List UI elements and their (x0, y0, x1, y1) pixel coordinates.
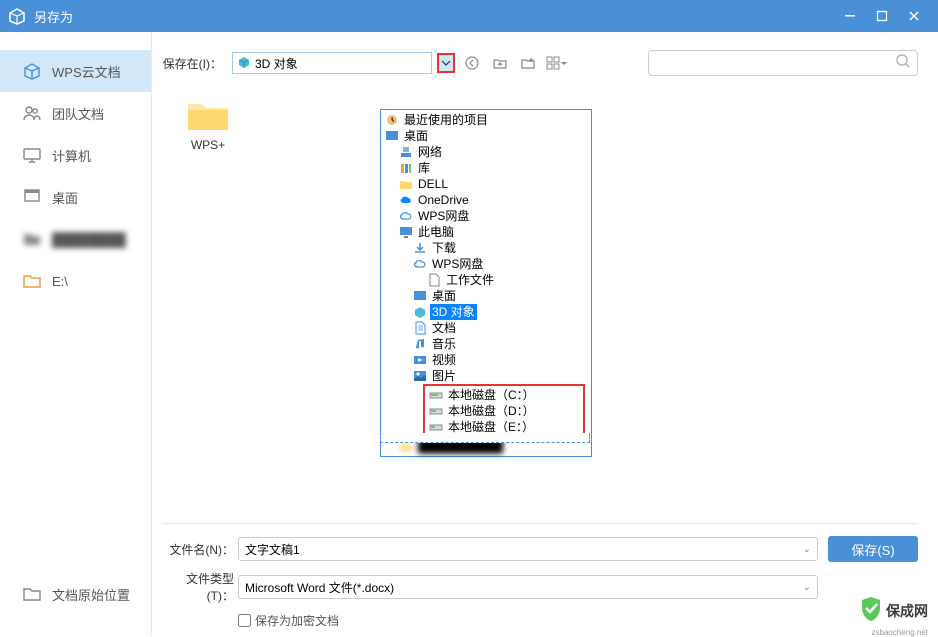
search-input[interactable] (655, 56, 895, 70)
encrypt-label: 保存为加密文档 (255, 612, 339, 629)
network-icon (399, 145, 413, 159)
back-button[interactable] (461, 52, 483, 74)
sidebar-item-drive-e[interactable]: E:\ (0, 260, 151, 302)
save-in-label: 保存在(I)： (162, 55, 222, 72)
filename-label: 文件名(N)： (162, 541, 234, 558)
music-icon (413, 337, 427, 351)
tree-item-3d-objects[interactable]: 3D 对象 (381, 304, 591, 320)
folder-icon (22, 584, 42, 604)
sidebar-item-label: 团队文档 (52, 104, 104, 123)
filetype-value: Microsoft Word 文件(*.docx) (245, 579, 394, 596)
tree-item-recent[interactable]: 最近使用的项目 (381, 112, 591, 128)
doc-icon (427, 273, 441, 287)
folder-item[interactable]: WPS+ (178, 96, 238, 152)
cloud-icon (399, 209, 413, 223)
location-dropdown-tree: 最近使用的项目 桌面 网络 库 DELL OneDrive WPS网盘 此电脑 … (380, 109, 592, 457)
tree-item-library[interactable]: 库 (381, 160, 591, 176)
minimize-button[interactable] (834, 0, 866, 32)
tree-item-wps-cloud[interactable]: WPS网盘 (381, 208, 591, 224)
filename-value: 文字文稿1 (245, 541, 300, 558)
desktop-icon (413, 289, 427, 303)
drives-highlight-box: 本地磁盘（C：） 本地磁盘（D：） 本地磁盘（E：） (423, 384, 585, 438)
library-icon (399, 161, 413, 175)
sidebar-item-computer[interactable]: 计算机 (0, 134, 151, 176)
save-button[interactable]: 保存(S) (828, 536, 918, 562)
titlebar: 另存为 (0, 0, 938, 32)
sidebar-item-label: ████████ (52, 232, 126, 247)
onedrive-icon (399, 193, 413, 207)
close-button[interactable] (898, 0, 930, 32)
save-in-dropdown-button[interactable] (437, 53, 455, 73)
tree-item-documents[interactable]: 文档 (381, 320, 591, 336)
encrypt-checkbox[interactable] (238, 614, 251, 627)
tree-item-drive-c[interactable]: 本地磁盘（C：） (425, 387, 583, 403)
filetype-label: 文件类型(T)： (162, 570, 234, 604)
pc-icon (399, 225, 413, 239)
sidebar-item-hidden[interactable]: ████████ (0, 218, 151, 260)
tree-item-pictures[interactable]: 图片 (381, 368, 591, 384)
new-folder-button[interactable] (517, 52, 539, 74)
sidebar-item-label: WPS云文档 (52, 62, 121, 81)
tree-item-downloads[interactable]: 下载 (381, 240, 591, 256)
team-icon (22, 103, 42, 123)
sidebar-item-desktop[interactable]: 桌面 (0, 176, 151, 218)
folder-icon (22, 229, 42, 249)
tree-item-workfiles[interactable]: 工作文件 (381, 272, 591, 288)
sidebar-item-original-loc[interactable]: 文档原始位置 (0, 573, 152, 615)
filetype-select[interactable]: Microsoft Word 文件(*.docx) ⌄ (238, 575, 818, 599)
cube-3d-icon (413, 305, 427, 319)
tree-item-dell[interactable]: DELL (381, 176, 591, 192)
doc-icon (413, 321, 427, 335)
folder-icon (399, 177, 413, 191)
filename-input[interactable]: 文字文稿1 ⌄ (238, 537, 818, 561)
save-in-combo[interactable]: 3D 对象 (232, 52, 432, 74)
drive-icon (429, 404, 443, 418)
view-button[interactable] (545, 52, 567, 74)
recent-icon (385, 113, 399, 127)
cloud-icon (413, 257, 427, 271)
video-icon (413, 353, 427, 367)
save-form: 文件名(N)： 文字文稿1 ⌄ 保存(S) 文件类型(T)： Microsoft… (162, 523, 918, 635)
sidebar-item-label: 桌面 (52, 188, 78, 207)
folder-name: WPS+ (178, 138, 238, 152)
maximize-button[interactable] (866, 0, 898, 32)
folder-icon (22, 271, 42, 291)
picture-icon (413, 369, 427, 383)
sidebar: WPS云文档 团队文档 计算机 桌面 ████████ E:\ 文档原始位置 (0, 32, 152, 635)
tree-item-video[interactable]: 视频 (381, 352, 591, 368)
sidebar-item-label: 计算机 (52, 146, 91, 165)
sidebar-item-label: E:\ (52, 274, 68, 289)
computer-icon (22, 145, 42, 165)
drive-icon (429, 388, 443, 402)
download-icon (413, 241, 427, 255)
search-icon (895, 53, 911, 74)
main-panel: 保存在(I)： 3D 对象 (152, 32, 938, 635)
desktop-icon (22, 187, 42, 207)
save-in-value: 3D 对象 (255, 55, 298, 72)
window-title: 另存为 (34, 7, 834, 26)
dropdown-dashed-extension (380, 433, 590, 443)
sidebar-item-team-docs[interactable]: 团队文档 (0, 92, 151, 134)
tree-item-network[interactable]: 网络 (381, 144, 591, 160)
tree-item-onedrive[interactable]: OneDrive (381, 192, 591, 208)
drive-icon (429, 420, 443, 434)
chevron-down-icon: ⌄ (803, 544, 811, 555)
sidebar-item-label: 文档原始位置 (52, 585, 130, 604)
tree-item-this-pc[interactable]: 此电脑 (381, 224, 591, 240)
cube-3d-icon (237, 55, 251, 72)
sidebar-item-wps-cloud[interactable]: WPS云文档 (0, 50, 151, 92)
cube-icon (22, 61, 42, 81)
tree-item-drive-d[interactable]: 本地磁盘（D：） (425, 403, 583, 419)
folder-icon (184, 96, 232, 134)
toolbar: 保存在(I)： 3D 对象 (162, 50, 918, 76)
up-button[interactable] (489, 52, 511, 74)
chevron-down-icon: ⌄ (803, 582, 811, 593)
tree-item-music[interactable]: 音乐 (381, 336, 591, 352)
desktop-icon (385, 129, 399, 143)
tree-item-desktop-2[interactable]: 桌面 (381, 288, 591, 304)
tree-item-wps-cloud-2[interactable]: WPS网盘 (381, 256, 591, 272)
app-logo-icon (8, 7, 26, 25)
search-box[interactable] (648, 50, 918, 76)
tree-item-desktop[interactable]: 桌面 (381, 128, 591, 144)
